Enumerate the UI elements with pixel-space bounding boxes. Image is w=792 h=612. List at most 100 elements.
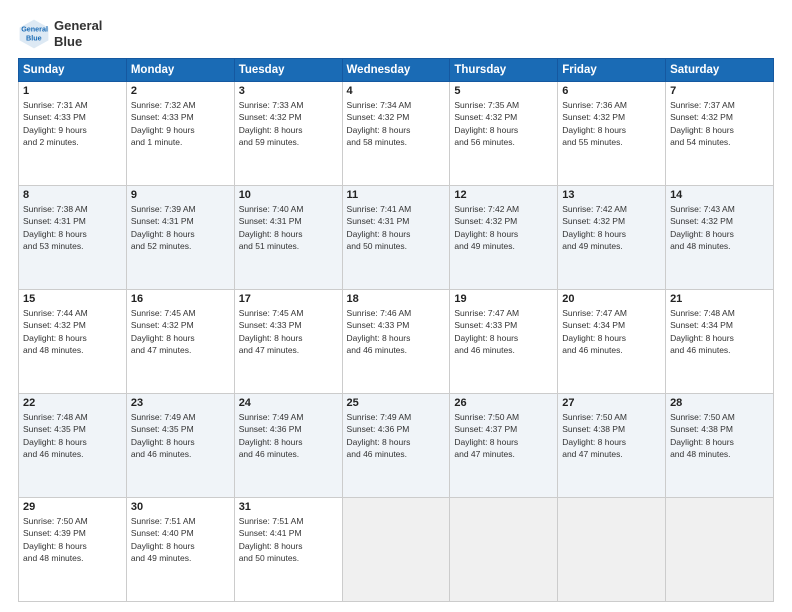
day-number: 13 [562,189,661,201]
day-number: 31 [239,501,338,513]
day-info: Sunrise: 7:46 AM Sunset: 4:33 PM Dayligh… [347,307,446,356]
calendar-cell: 6 Sunrise: 7:36 AM Sunset: 4:32 PM Daylig… [558,82,666,186]
day-number: 20 [562,293,661,305]
col-header-saturday: Saturday [666,59,774,82]
day-number: 22 [23,397,122,409]
page: General Blue General Blue SundayMondayTu… [0,0,792,612]
day-number: 24 [239,397,338,409]
day-number: 29 [23,501,122,513]
calendar-cell: 23Sunrise: 7:49 AM Sunset: 4:35 PM Dayli… [126,394,234,498]
week-row-3: 15 Sunrise: 7:44 AM Sunset: 4:32 PM Dayli… [19,290,774,394]
day-number: 2 [131,85,230,97]
calendar-cell: 15 Sunrise: 7:44 AM Sunset: 4:32 PM Dayli… [19,290,127,394]
calendar-cell: 2 Sunrise: 7:32 AM Sunset: 4:33 PM Daylig… [126,82,234,186]
calendar-cell: 3 Sunrise: 7:33 AM Sunset: 4:32 PM Daylig… [234,82,342,186]
calendar-cell [666,498,774,602]
day-info: Sunrise: 7:49 AM Sunset: 4:36 PM Dayligh… [347,411,446,460]
calendar-table: SundayMondayTuesdayWednesdayThursdayFrid… [18,58,774,602]
calendar-cell: 18 Sunrise: 7:46 AM Sunset: 4:33 PM Dayli… [342,290,450,394]
day-info: Sunrise: 7:40 AM Sunset: 4:31 PM Dayligh… [239,203,338,252]
calendar-cell: 14 Sunrise: 7:43 AM Sunset: 4:32 PM Dayli… [666,186,774,290]
day-info: Sunrise: 7:39 AM Sunset: 4:31 PM Dayligh… [131,203,230,252]
day-number: 16 [131,293,230,305]
col-header-tuesday: Tuesday [234,59,342,82]
calendar-cell: 22 Sunrise: 7:48 AM Sunset: 4:35 PM Dayli… [19,394,127,498]
calendar-cell: 4 Sunrise: 7:34 AM Sunset: 4:32 PM Daylig… [342,82,450,186]
day-info: Sunrise: 7:48 AM Sunset: 4:35 PM Dayligh… [23,411,122,460]
calendar-cell: 8Sunrise: 7:38 AM Sunset: 4:31 PM Daylig… [19,186,127,290]
day-info: Sunrise: 7:49 AM Sunset: 4:36 PM Dayligh… [239,411,338,460]
day-info: Sunrise: 7:34 AM Sunset: 4:32 PM Dayligh… [347,99,446,148]
week-row-1: 1 Sunrise: 7:31 AM Sunset: 4:33 PM Daylig… [19,82,774,186]
day-number: 25 [347,397,446,409]
day-info: Sunrise: 7:32 AM Sunset: 4:33 PM Dayligh… [131,99,230,148]
day-info: Sunrise: 7:47 AM Sunset: 4:33 PM Dayligh… [454,307,553,356]
day-number: 6 [562,85,661,97]
day-info: Sunrise: 7:45 AM Sunset: 4:32 PM Dayligh… [131,307,230,356]
calendar-cell: 30 Sunrise: 7:51 AM Sunset: 4:40 PM Dayli… [126,498,234,602]
day-number: 10 [239,189,338,201]
day-info: Sunrise: 7:43 AM Sunset: 4:32 PM Dayligh… [670,203,769,252]
week-row-4: 22 Sunrise: 7:48 AM Sunset: 4:35 PM Dayli… [19,394,774,498]
day-info: Sunrise: 7:51 AM Sunset: 4:40 PM Dayligh… [131,515,230,564]
calendar-cell: 16 Sunrise: 7:45 AM Sunset: 4:32 PM Dayli… [126,290,234,394]
day-info: Sunrise: 7:48 AM Sunset: 4:34 PM Dayligh… [670,307,769,356]
calendar-cell: 24 Sunrise: 7:49 AM Sunset: 4:36 PM Dayli… [234,394,342,498]
day-number: 4 [347,85,446,97]
header: General Blue General Blue [18,18,774,50]
day-number: 3 [239,85,338,97]
day-info: Sunrise: 7:44 AM Sunset: 4:32 PM Dayligh… [23,307,122,356]
day-info: Sunrise: 7:36 AM Sunset: 4:32 PM Dayligh… [562,99,661,148]
col-header-sunday: Sunday [19,59,127,82]
calendar-cell: 12 Sunrise: 7:42 AM Sunset: 4:32 PM Dayli… [450,186,558,290]
day-number: 5 [454,85,553,97]
col-header-thursday: Thursday [450,59,558,82]
day-number: 27 [562,397,661,409]
day-number: 26 [454,397,553,409]
day-number: 23 [131,397,230,409]
day-number: 21 [670,293,769,305]
col-header-friday: Friday [558,59,666,82]
day-info: Sunrise: 7:35 AM Sunset: 4:32 PM Dayligh… [454,99,553,148]
header-row: SundayMondayTuesdayWednesdayThursdayFrid… [19,59,774,82]
day-info: Sunrise: 7:42 AM Sunset: 4:32 PM Dayligh… [454,203,553,252]
day-number: 9 [131,189,230,201]
calendar-cell: 1 Sunrise: 7:31 AM Sunset: 4:33 PM Daylig… [19,82,127,186]
day-info: Sunrise: 7:33 AM Sunset: 4:32 PM Dayligh… [239,99,338,148]
calendar-cell: 29Sunrise: 7:50 AM Sunset: 4:39 PM Dayli… [19,498,127,602]
day-number: 15 [23,293,122,305]
day-number: 14 [670,189,769,201]
day-number: 30 [131,501,230,513]
calendar-cell [558,498,666,602]
calendar-cell: 5 Sunrise: 7:35 AM Sunset: 4:32 PM Daylig… [450,82,558,186]
calendar-cell: 21 Sunrise: 7:48 AM Sunset: 4:34 PM Dayli… [666,290,774,394]
day-number: 1 [23,85,122,97]
calendar-cell: 27Sunrise: 7:50 AM Sunset: 4:38 PM Dayli… [558,394,666,498]
day-info: Sunrise: 7:42 AM Sunset: 4:32 PM Dayligh… [562,203,661,252]
day-number: 12 [454,189,553,201]
calendar-cell: 10 Sunrise: 7:40 AM Sunset: 4:31 PM Dayli… [234,186,342,290]
day-number: 19 [454,293,553,305]
day-info: Sunrise: 7:31 AM Sunset: 4:33 PM Dayligh… [23,99,122,148]
calendar-cell: 9 Sunrise: 7:39 AM Sunset: 4:31 PM Daylig… [126,186,234,290]
calendar-cell: 13 Sunrise: 7:42 AM Sunset: 4:32 PM Dayli… [558,186,666,290]
day-info: Sunrise: 7:37 AM Sunset: 4:32 PM Dayligh… [670,99,769,148]
day-info: Sunrise: 7:51 AM Sunset: 4:41 PM Dayligh… [239,515,338,564]
day-info: Sunrise: 7:41 AM Sunset: 4:31 PM Dayligh… [347,203,446,252]
day-info: Sunrise: 7:45 AM Sunset: 4:33 PM Dayligh… [239,307,338,356]
col-header-monday: Monday [126,59,234,82]
day-info: Sunrise: 7:50 AM Sunset: 4:37 PM Dayligh… [454,411,553,460]
day-number: 7 [670,85,769,97]
week-row-5: 29Sunrise: 7:50 AM Sunset: 4:39 PM Dayli… [19,498,774,602]
svg-text:Blue: Blue [26,33,42,42]
day-number: 17 [239,293,338,305]
day-number: 18 [347,293,446,305]
logo: General Blue General Blue [18,18,102,50]
calendar-cell: 17 Sunrise: 7:45 AM Sunset: 4:33 PM Dayli… [234,290,342,394]
day-info: Sunrise: 7:38 AM Sunset: 4:31 PM Dayligh… [23,203,122,252]
calendar-cell: 19 Sunrise: 7:47 AM Sunset: 4:33 PM Dayli… [450,290,558,394]
col-header-wednesday: Wednesday [342,59,450,82]
calendar-cell: 26 Sunrise: 7:50 AM Sunset: 4:37 PM Dayli… [450,394,558,498]
calendar-cell: 31 Sunrise: 7:51 AM Sunset: 4:41 PM Dayli… [234,498,342,602]
calendar-cell [342,498,450,602]
